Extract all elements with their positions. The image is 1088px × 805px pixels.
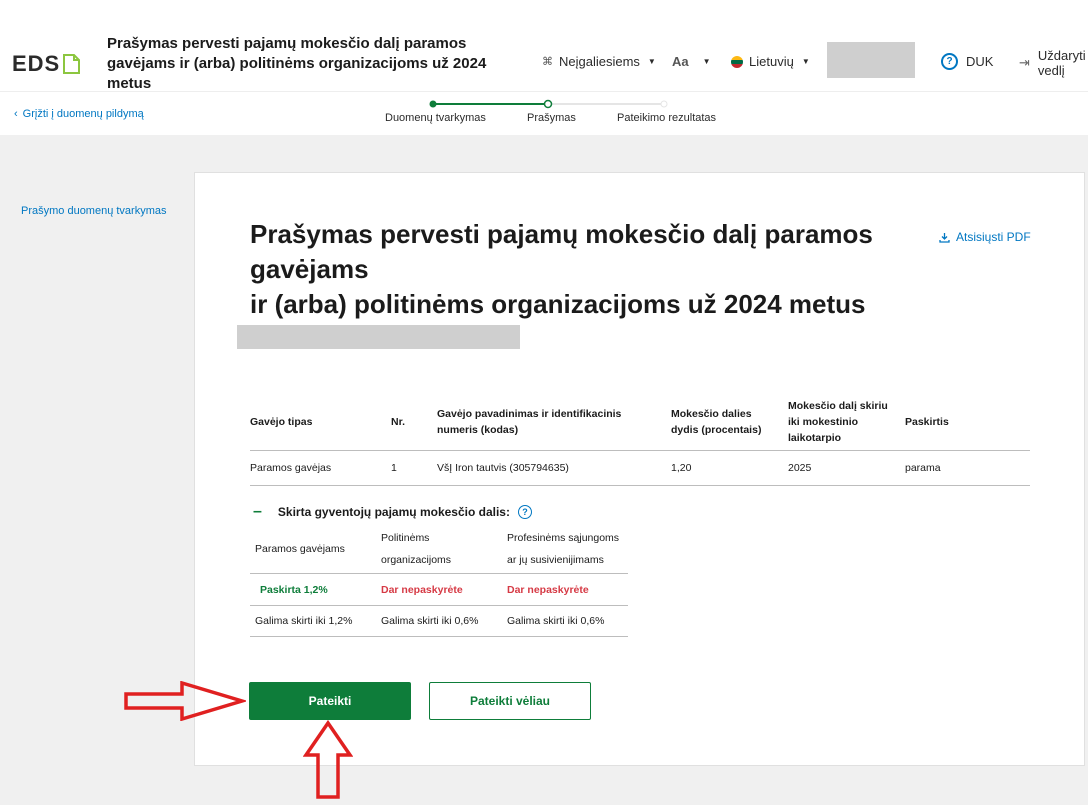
table-cell: 1,20 xyxy=(671,462,692,474)
chevron-down-icon: ▼ xyxy=(801,57,810,66)
download-icon xyxy=(939,232,950,243)
table-cell: 1 xyxy=(391,462,397,474)
collapse-icon: – xyxy=(253,503,262,520)
left-nav-item[interactable]: Prašymo duomenų tvarkymas xyxy=(21,205,167,217)
table-header-cell: Mokesčio dalį skiriu iki mokestinio laik… xyxy=(788,399,888,444)
progress-stepper: Duomenų tvarkymas Prašymas Pateikimo rez… xyxy=(0,92,1088,136)
faq-link[interactable]: ? DUK xyxy=(941,53,993,70)
distribution-limit-row: Galima skirti iki 1,2% Galima skirti iki… xyxy=(250,606,628,637)
header-title: Prašymas pervesti pajamų mokesčio dalį p… xyxy=(107,35,487,92)
step-dot-completed xyxy=(429,100,437,108)
document-icon xyxy=(63,54,81,74)
table-row: Paramos gavėjas 1 VšĮ Iron tautvis (3057… xyxy=(250,451,1030,486)
step-request[interactable]: Prašymas xyxy=(527,112,576,124)
language-label: Lietuvių xyxy=(749,54,794,69)
distribution-toggle[interactable]: – Skirta gyventojų pajamų mokesčio dalis… xyxy=(253,503,532,521)
chevron-down-icon: ▼ xyxy=(702,57,711,66)
limit-text: Galima skirti iki 0,6% xyxy=(507,615,605,627)
page-title: Prašymas pervesti pajamų mokesčio dalį p… xyxy=(250,217,930,322)
status-not-assigned: Dar nepaskyrėte xyxy=(507,583,589,596)
download-pdf-link[interactable]: Atsisiųsti PDF xyxy=(939,230,1031,244)
table-header-cell: Paskirtis xyxy=(905,415,949,428)
close-wizard-button[interactable]: ⇥ Uždaryti vedlį xyxy=(1019,48,1086,78)
table-cell: VšĮ Iron tautvis (305794635) xyxy=(437,462,569,474)
status-assigned: Paskirta 1,2% xyxy=(260,583,328,596)
language-menu[interactable]: Lietuvių ▼ xyxy=(731,54,810,69)
status-not-assigned: Dar nepaskyrėte xyxy=(381,583,463,596)
accessibility-icon: ⌘ xyxy=(542,56,553,68)
accessibility-menu[interactable]: ⌘ Neįgaliesiems ▼ xyxy=(542,54,656,69)
table-header-cell: Gavėjo pavadinimas ir identifikacinis nu… xyxy=(437,407,622,436)
lithuania-flag-icon xyxy=(731,55,743,68)
request-card: Prašymas pervesti pajamų mokesčio dalį p… xyxy=(194,172,1085,766)
table-header-cell: Nr. xyxy=(391,415,406,428)
step-dot-current xyxy=(543,99,553,109)
eds-logo[interactable]: EDS xyxy=(12,51,81,77)
logo-text: EDS xyxy=(12,51,61,76)
annotation-arrow-up-icon xyxy=(303,720,353,799)
page-title-line3: ir (arba) politinėms organizacijoms už 2… xyxy=(250,289,866,319)
page-title-line1: Prašymas pervesti pajamų mokesčio dalį p… xyxy=(250,219,873,249)
limit-text: Galima skirti iki 0,6% xyxy=(381,615,479,627)
annotation-arrow-right-icon xyxy=(124,681,246,721)
font-size-label: Aa xyxy=(672,54,689,69)
table-header-cell: Gavėjo tipas xyxy=(250,415,313,428)
table-header-cell: Mokesčio dalies dydis (procentais) xyxy=(671,407,762,436)
font-size-menu[interactable]: Aa ▼ xyxy=(672,54,711,69)
table-header-row: Gavėjo tipas Nr. Gavėjo pavadinimas ir i… xyxy=(250,393,1030,451)
distribution-status-row: Paskirta 1,2% Dar nepaskyrėte Dar nepask… xyxy=(250,574,628,606)
redacted-info xyxy=(237,325,520,349)
submit-later-button[interactable]: Pateikti vėliau xyxy=(429,682,591,720)
step-dot-upcoming xyxy=(660,100,668,108)
step-result: Pateikimo rezultatas xyxy=(617,112,717,124)
close-wizard-label: Uždaryti vedlį xyxy=(1038,48,1086,78)
table-cell: 2025 xyxy=(788,462,812,474)
close-label-line2: vedlį xyxy=(1037,63,1065,78)
table-cell: parama xyxy=(905,462,941,474)
limit-text: Galima skirti iki 1,2% xyxy=(255,615,353,627)
chevron-down-icon: ▼ xyxy=(647,57,656,66)
question-circle-icon: ? xyxy=(941,53,958,70)
exit-icon: ⇥ xyxy=(1019,55,1030,70)
distribution-column-label: Profesinėms sąjungoms ar jų susivienijim… xyxy=(507,531,620,566)
page-title-line2: gavėjams xyxy=(250,254,369,284)
question-circle-icon[interactable]: ? xyxy=(517,505,532,519)
accessibility-label: Neįgaliesiems xyxy=(559,54,640,69)
close-label-line1: Uždaryti xyxy=(1037,48,1086,63)
subbar: ‹ Grįžti į duomenų pildymą Duomenų tvark… xyxy=(0,91,1088,135)
submit-button[interactable]: Pateikti xyxy=(249,682,411,720)
download-pdf-label: Atsisiųsti PDF xyxy=(956,230,1031,244)
distribution-title: Skirta gyventojų pajamų mokesčio dalis: xyxy=(277,505,510,519)
distribution-header-row: Paramos gavėjams Politinėms organizacijo… xyxy=(250,524,628,574)
distribution-table: Paramos gavėjams Politinėms organizacijo… xyxy=(250,524,628,637)
distribution-column-label: Paramos gavėjams xyxy=(255,542,345,555)
faq-label: DUK xyxy=(966,54,994,69)
table-cell: Paramos gavėjas xyxy=(250,462,332,474)
redacted-user-block xyxy=(827,42,915,78)
header: EDS Prašymas pervesti pajamų mokesčio da… xyxy=(0,0,1088,92)
recipients-table: Gavėjo tipas Nr. Gavėjo pavadinimas ir i… xyxy=(250,393,1030,486)
distribution-column-label: Politinėms organizacijoms xyxy=(381,531,452,566)
step-data-management[interactable]: Duomenų tvarkymas xyxy=(385,112,486,124)
